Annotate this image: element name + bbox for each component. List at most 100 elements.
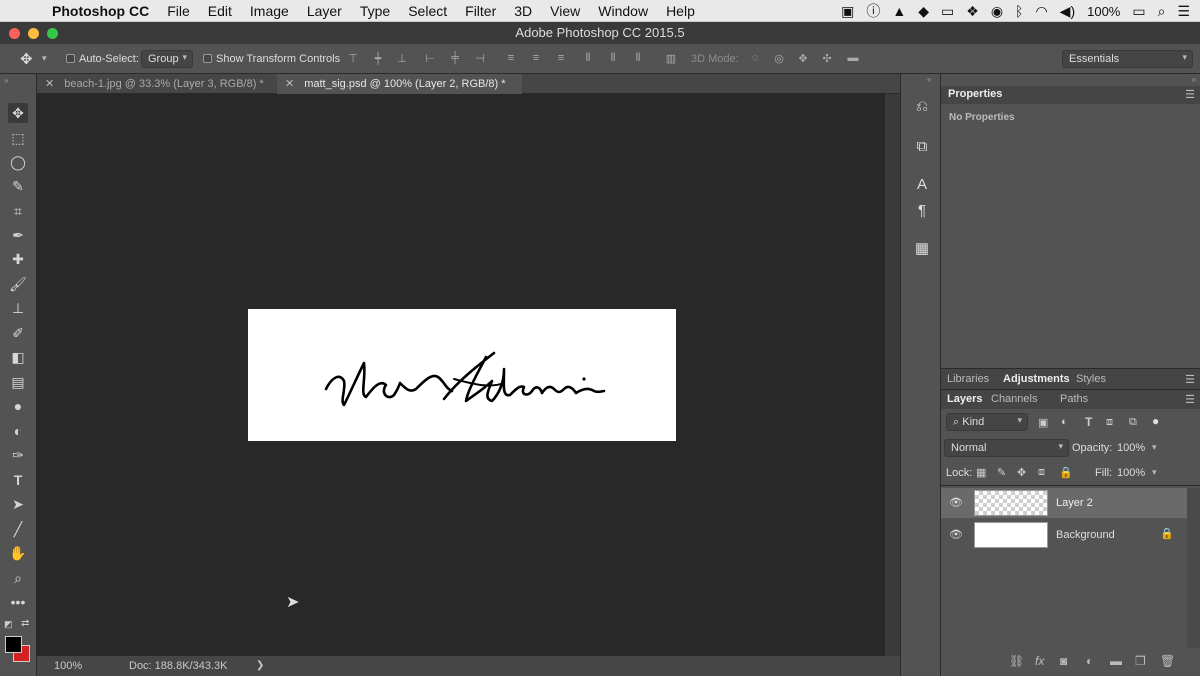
transform-panel-icon[interactable]: ⧉ (911, 136, 933, 158)
tab-beach[interactable]: ✕ beach-1.jpg @ 33.3% (Layer 3, RGB/8) * (37, 74, 277, 94)
show-transform-checkbox[interactable] (203, 54, 212, 63)
tab-styles[interactable]: Styles (1076, 373, 1106, 385)
auto-align-icon[interactable]: ▥ (665, 52, 677, 65)
menu-image[interactable]: Image (241, 3, 298, 19)
layer-row-layer-2[interactable]: 👁 Layer 2 (941, 488, 1187, 518)
link-layers-icon[interactable]: ⛓ (1009, 654, 1024, 668)
distribute-top-icon[interactable]: ≡ (505, 52, 517, 65)
add-mask-icon[interactable]: ◙ (1060, 654, 1067, 668)
tab-adjustments[interactable]: Adjustments (1003, 373, 1070, 385)
drive-icon[interactable]: ▲ (892, 3, 906, 19)
lasso-tool-icon[interactable]: ◯ (8, 152, 28, 172)
swap-colors-icon[interactable]: ⇄ (21, 618, 29, 629)
default-colors-icon[interactable]: ◩ (4, 619, 13, 630)
blur-tool-icon[interactable]: ● (8, 396, 28, 416)
tab-layers[interactable]: Layers (947, 393, 982, 405)
distribute-vcenter-icon[interactable]: ≡ (530, 52, 542, 65)
lock-icon[interactable]: 🔒 (1160, 527, 1174, 540)
filter-smart-object-icon[interactable]: ⧉ (1129, 416, 1137, 429)
layer-row-background[interactable]: 👁 Background 🔒 (941, 520, 1187, 550)
quick-select-tool-icon[interactable]: ✎ (8, 176, 28, 196)
menu-type[interactable]: Type (351, 3, 399, 19)
document-canvas[interactable] (248, 309, 676, 441)
pen-tool-icon[interactable]: ✑ (8, 445, 28, 465)
menu-app-name[interactable]: Photoshop CC (48, 3, 158, 19)
healing-brush-tool-icon[interactable]: ✚ (8, 249, 28, 269)
tab-matt-sig[interactable]: ✕ matt_sig.psd @ 100% (Layer 2, RGB/8) * (277, 74, 522, 94)
gradient-tool-icon[interactable]: ▤ (8, 372, 28, 392)
auto-select-checkbox[interactable] (66, 54, 75, 63)
layers-scrollbar[interactable] (1187, 488, 1200, 648)
visibility-eye-icon[interactable]: 👁 (949, 496, 963, 509)
minimize-window-button[interactable] (28, 28, 39, 39)
history-brush-tool-icon[interactable]: ✐ (8, 323, 28, 343)
filter-toggle-icon[interactable]: ● (1152, 414, 1159, 428)
history-panel-icon[interactable]: ⎌ (911, 96, 933, 118)
panel-menu-icon[interactable]: ☰ (1185, 393, 1195, 406)
filter-adjustment-icon[interactable]: ◐ (1061, 416, 1068, 428)
lock-image-icon[interactable]: ✎ (997, 466, 1006, 479)
clone-stamp-tool-icon[interactable]: ⊥ (8, 298, 28, 318)
menu-edit[interactable]: Edit (199, 3, 241, 19)
layer-filter-dropdown[interactable]: ⌕ Kind ▾ (946, 413, 1028, 431)
move-tool-icon[interactable]: ✥ (8, 103, 28, 123)
hand-tool-icon[interactable]: ✋ (8, 543, 28, 563)
bluetooth-icon[interactable]: ᛒ (1015, 3, 1023, 19)
auto-select-dropdown[interactable]: Group ▾ (141, 50, 193, 68)
align-left-icon[interactable]: ⊢ (424, 52, 436, 65)
zoom-window-button[interactable] (47, 28, 58, 39)
menu-file[interactable]: File (158, 3, 199, 19)
panel-menu-icon[interactable]: ☰ (1185, 88, 1195, 101)
character-panel-icon[interactable]: A (911, 174, 933, 196)
tab-properties[interactable]: Properties (948, 88, 1002, 100)
opacity-value[interactable]: 100% (1117, 442, 1145, 454)
new-layer-icon[interactable]: ❐ (1135, 654, 1146, 668)
marquee-tool-icon[interactable]: ⬚ (8, 128, 28, 148)
3d-slide-icon[interactable]: ✣ (821, 52, 833, 65)
screen-record-icon[interactable]: ▣ (841, 3, 854, 20)
lock-position-icon[interactable]: ✥ (1017, 466, 1026, 479)
expand-panels-icon[interactable]: » (1192, 75, 1196, 84)
3d-roll-icon[interactable]: ◎ (773, 52, 785, 65)
chevron-down-icon[interactable]: ▾ (1152, 467, 1157, 478)
battery-icon[interactable]: ▭ (1132, 3, 1145, 20)
menu-view[interactable]: View (541, 3, 589, 19)
zoom-level[interactable]: 100% (54, 656, 82, 676)
display-icon[interactable]: ▭ (941, 3, 954, 20)
tab-paths[interactable]: Paths (1060, 393, 1088, 405)
new-group-icon[interactable]: ▬ (1110, 654, 1122, 668)
notification-center-icon[interactable]: ☰ (1177, 3, 1190, 20)
chevron-down-icon[interactable]: ▾ (42, 53, 47, 64)
align-bottom-icon[interactable]: ⊥ (396, 52, 408, 65)
lock-transparent-icon[interactable]: ▦ (976, 466, 986, 479)
dropbox-icon[interactable]: ❖ (966, 3, 979, 20)
3d-pan-icon[interactable]: ✥ (797, 52, 809, 65)
align-right-icon[interactable]: ⊣ (474, 52, 486, 65)
filter-pixel-icon[interactable]: ▣ (1038, 416, 1048, 429)
workspace-dropdown[interactable]: Essentials ▾ (1062, 50, 1193, 68)
align-top-icon[interactable]: ⊤ (347, 52, 359, 65)
canvas-vertical-scrollbar[interactable] (885, 94, 900, 656)
eye-menu-icon[interactable]: ◉ (991, 3, 1003, 20)
3d-orbit-icon[interactable]: ◌ (747, 52, 763, 65)
close-window-button[interactable] (9, 28, 20, 39)
blend-mode-dropdown[interactable]: Normal ▾ (944, 439, 1069, 457)
visibility-eye-icon[interactable]: 👁 (949, 528, 963, 541)
path-selection-tool-icon[interactable]: ➤ (8, 494, 28, 514)
chevron-down-icon[interactable]: ▾ (1152, 442, 1157, 453)
wifi-icon[interactable]: ◠ (1035, 3, 1047, 20)
filter-shape-icon[interactable]: ⧈ (1106, 416, 1113, 429)
lock-artboard-icon[interactable]: ⧈ (1038, 466, 1045, 479)
panel-menu-icon[interactable]: ☰ (1185, 373, 1195, 386)
close-tab-icon[interactable]: ✕ (285, 78, 294, 90)
3d-scale-icon[interactable]: ▬ (845, 52, 861, 65)
align-vcenter-icon[interactable]: ┿ (372, 52, 384, 65)
eraser-tool-icon[interactable]: ◧ (8, 347, 28, 367)
eyedropper-tool-icon[interactable]: ✒ (8, 225, 28, 245)
foreground-color-swatch[interactable] (5, 636, 22, 653)
layer-style-fx-icon[interactable]: fx (1035, 654, 1044, 668)
tab-channels[interactable]: Channels (991, 393, 1037, 405)
info-icon[interactable]: ⓘ (866, 1, 880, 21)
volume-icon[interactable]: ◀) (1060, 3, 1075, 20)
brush-tool-icon[interactable]: 🖌 (8, 274, 28, 294)
